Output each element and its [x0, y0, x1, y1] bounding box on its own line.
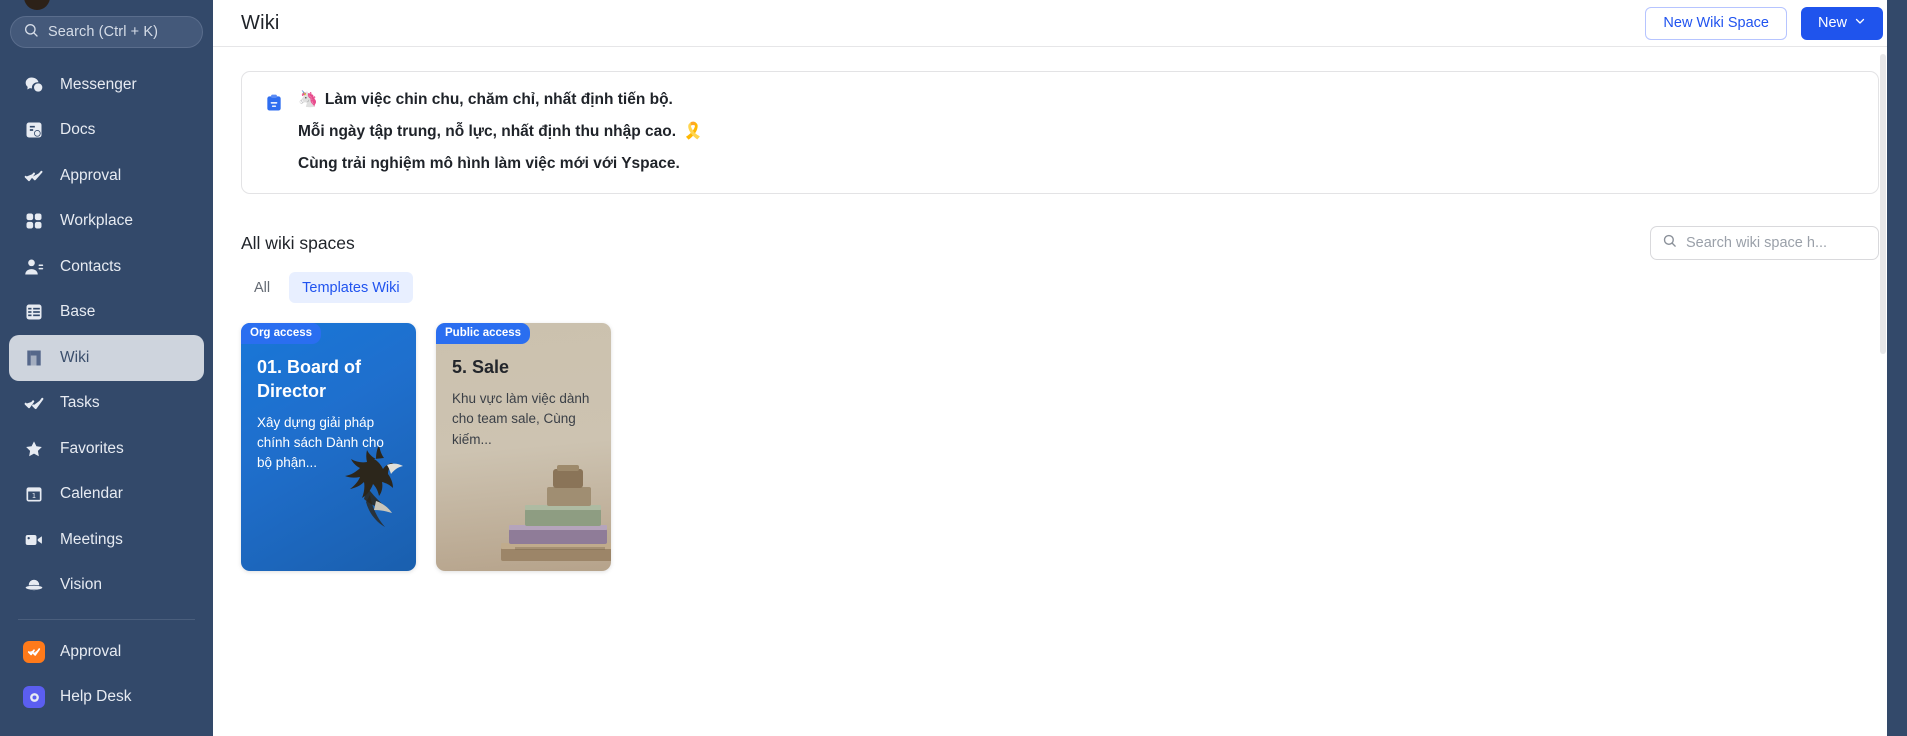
- calendar-icon: 1: [23, 483, 45, 505]
- content-area: 🦄 Làm việc chin chu, chăm chỉ, nhất định…: [213, 47, 1907, 736]
- wiki-space-card[interactable]: Public access 5. Sale Khu vực làm việc d…: [436, 323, 611, 572]
- sidebar-item-label: Workplace: [60, 212, 133, 230]
- access-badge: Org access: [241, 323, 322, 345]
- sidebar-item-label: Calendar: [60, 485, 123, 503]
- meetings-video-icon: [23, 529, 45, 551]
- banner-lines: 🦄 Làm việc chin chu, chăm chỉ, nhất định…: [298, 90, 703, 173]
- sidebar-item-wiki[interactable]: Wiki: [9, 335, 204, 381]
- sidebar-item-vision[interactable]: Vision: [9, 563, 204, 609]
- sidebar-item-label: Contacts: [60, 257, 122, 275]
- search-input-label: Search (Ctrl + K): [48, 24, 159, 40]
- sidebar-item-label: Approval: [60, 166, 122, 184]
- card-body: 01. Board of Director Xây dựng giải pháp…: [241, 323, 416, 473]
- banner-line-text: Cùng trải nghiệm mô hình làm việc mới vớ…: [298, 155, 680, 172]
- sidebar-item-label: Vision: [60, 576, 102, 594]
- top-bar: Wiki New Wiki Space New: [213, 0, 1907, 47]
- vertical-scrollbar[interactable]: [1880, 54, 1886, 354]
- new-button[interactable]: New: [1800, 6, 1883, 40]
- sidebar-item-label: Messenger: [60, 75, 137, 93]
- announcement-banner: 🦄 Làm việc chin chu, chăm chỉ, nhất định…: [241, 71, 1879, 195]
- banner-line-text: Làm việc chin chu, chăm chỉ, nhất định t…: [324, 91, 673, 109]
- unicorn-emoji: 🦄: [298, 91, 318, 108]
- wiki-space-card[interactable]: Org access 01. Board of Director Xây dựn…: [241, 323, 416, 572]
- page-title: Wiki: [241, 11, 280, 34]
- wiki-space-search-input[interactable]: Search wiki space h...: [1650, 226, 1879, 261]
- sidebar-item-label: Tasks: [60, 394, 100, 412]
- card-title: 5. Sale: [452, 357, 510, 378]
- vision-saturn-icon: [23, 574, 45, 596]
- banner-line: Mỗi ngày tập trung, nỗ lực, nhất định th…: [298, 122, 703, 142]
- books-illustration: [501, 465, 611, 562]
- avatar[interactable]: [24, 0, 50, 10]
- sidebar-item-contacts[interactable]: Contacts: [9, 244, 204, 290]
- banner-line: 🦄 Làm việc chin chu, chăm chỉ, nhất định…: [298, 90, 703, 110]
- messenger-icon: [23, 74, 45, 96]
- card-description: Xây dựng giải pháp chính sách Dành cho b…: [257, 414, 384, 471]
- section-title: All wiki spaces: [241, 232, 355, 253]
- right-edge-strip: [1887, 0, 1907, 736]
- sidebar-item-label: Favorites: [60, 439, 124, 457]
- sidebar-item-label: Approval: [60, 642, 122, 660]
- docs-icon: [23, 119, 45, 141]
- main-area: Wiki New Wiki Space New 🦄 Làm việc chin …: [213, 0, 1907, 736]
- banner-line-text: Mỗi ngày tập trung, nỗ lực, nhất định th…: [298, 123, 677, 141]
- contacts-person-icon: [23, 256, 45, 278]
- sidebar-item-label: Help Desk: [60, 688, 132, 706]
- sidebar-item-label: Docs: [60, 121, 96, 139]
- sidebar-item-base[interactable]: Base: [9, 290, 204, 336]
- sidebar-item-favorites[interactable]: Favorites: [9, 426, 204, 472]
- card-description: Khu vực làm việc dành cho team sale, Cùn…: [452, 391, 590, 447]
- sidebar-divider: [18, 619, 195, 620]
- tab-all[interactable]: All: [241, 272, 283, 303]
- wiki-space-search-placeholder: Search wiki space h...: [1686, 235, 1828, 252]
- sidebar-item-approval[interactable]: Approval: [9, 153, 204, 199]
- approval-app-icon: [23, 640, 45, 663]
- sidebar-item-workplace[interactable]: Workplace: [9, 199, 204, 245]
- sidebar-item-calendar[interactable]: 1 Calendar: [9, 472, 204, 518]
- new-wiki-space-button[interactable]: New Wiki Space: [1645, 6, 1787, 40]
- sidebar-item-label: Meetings: [60, 530, 123, 548]
- favorites-star-icon: [23, 438, 45, 460]
- sidebar-item-label: Wiki: [60, 348, 90, 366]
- search-icon: [1662, 233, 1677, 253]
- sidebar-item-docs[interactable]: Docs: [9, 108, 204, 154]
- help-desk-app-icon: [23, 686, 45, 709]
- tab-templates-wiki[interactable]: Templates Wiki: [289, 272, 413, 304]
- ribbon-emoji: 🎗️: [683, 123, 703, 140]
- svg-text:1: 1: [32, 492, 36, 500]
- search-input[interactable]: Search (Ctrl + K): [10, 16, 203, 48]
- sidebar: Search (Ctrl + K) Messenger Docs Approva: [0, 0, 213, 736]
- sidebar-item-help-desk[interactable]: Help Desk: [9, 675, 204, 721]
- tasks-check-icon: [23, 392, 45, 414]
- avatar-strip: [0, 0, 213, 10]
- search-icon: [23, 22, 39, 43]
- workplace-grid-icon: [23, 210, 45, 232]
- sidebar-item-tasks[interactable]: Tasks: [9, 381, 204, 427]
- sidebar-item-messenger[interactable]: Messenger: [9, 62, 204, 108]
- spaces-section-header: All wiki spaces Search wiki space h...: [241, 224, 1879, 262]
- sidebar-nav: Messenger Docs Approval Workplace Contac…: [0, 62, 213, 720]
- chevron-down-icon: [1854, 15, 1866, 31]
- new-button-label: New: [1817, 15, 1847, 31]
- sidebar-item-approval-app[interactable]: Approval: [9, 629, 204, 675]
- wiki-space-card-list: Org access 01. Board of Director Xây dựn…: [241, 323, 1879, 572]
- clipboard-blue-icon: [264, 90, 284, 173]
- sidebar-item-label: Base: [60, 303, 96, 321]
- top-bar-actions: New Wiki Space New: [1645, 6, 1883, 40]
- banner-line: Cùng trải nghiệm mô hình làm việc mới vớ…: [298, 154, 703, 173]
- access-badge: Public access: [436, 323, 531, 345]
- card-title: 01. Board of Director: [257, 357, 362, 402]
- wiki-book-icon: [23, 347, 45, 369]
- app-window: Search (Ctrl + K) Messenger Docs Approva: [0, 0, 1907, 736]
- sidebar-item-meetings[interactable]: Meetings: [9, 517, 204, 563]
- base-table-icon: [23, 301, 45, 323]
- approval-check-icon: [23, 165, 45, 187]
- space-filter-tabs: All Templates Wiki: [241, 272, 1879, 304]
